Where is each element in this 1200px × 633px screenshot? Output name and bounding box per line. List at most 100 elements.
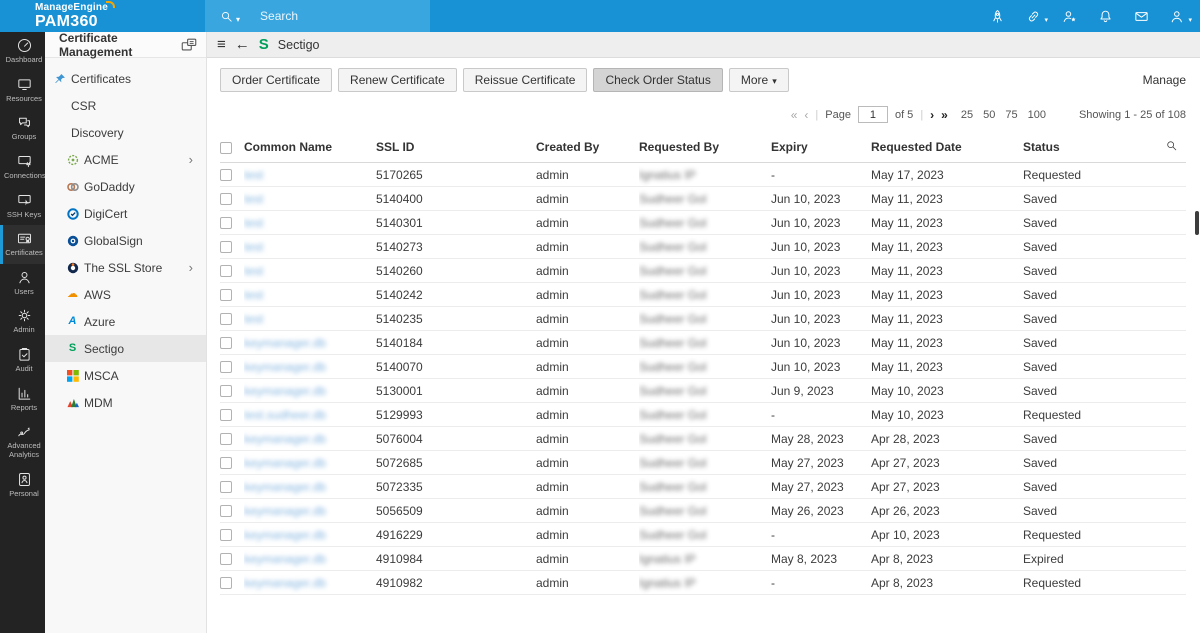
page-size-25[interactable]: 25	[961, 109, 973, 121]
bell-icon[interactable]	[1097, 8, 1114, 25]
page-number-input[interactable]	[858, 106, 888, 123]
manage-link[interactable]: Manage	[1143, 73, 1186, 87]
column-header-common-name[interactable]: Common Name	[244, 132, 376, 163]
rail-item-certificates[interactable]: Certificates	[0, 225, 45, 264]
profile-icon[interactable]: ▾	[1169, 8, 1186, 25]
common-name-link[interactable]: keymanager.db	[244, 336, 326, 350]
reissue-certificate-button[interactable]: Reissue Certificate	[463, 68, 588, 92]
search-scope-caret-icon[interactable]: ▾	[236, 15, 240, 24]
sidebar-item-csr[interactable]: CSR	[45, 92, 206, 119]
rail-item-reports[interactable]: Reports	[0, 380, 45, 419]
common-name-link[interactable]: test	[244, 240, 263, 254]
page-size-100[interactable]: 100	[1028, 109, 1046, 121]
common-name-link[interactable]: test	[244, 168, 263, 182]
row-checkbox[interactable]	[220, 241, 232, 253]
common-name-link[interactable]: keymanager.db	[244, 552, 326, 566]
common-name-link[interactable]: test	[244, 312, 263, 326]
common-name-link[interactable]: test	[244, 264, 263, 278]
row-checkbox[interactable]	[220, 385, 232, 397]
column-header-ssl-id[interactable]: SSL ID	[376, 132, 536, 163]
mail-icon[interactable]	[1133, 8, 1150, 25]
rail-item-ssh-keys[interactable]: SSH Keys	[0, 187, 45, 226]
column-header-expiry[interactable]: Expiry	[771, 132, 871, 163]
page-size-50[interactable]: 50	[983, 109, 995, 121]
order-certificate-button[interactable]: Order Certificate	[220, 68, 332, 92]
row-checkbox[interactable]	[220, 265, 232, 277]
common-name-link[interactable]: keymanager.db	[244, 456, 326, 470]
common-name-link[interactable]: test.sudheer.db	[244, 408, 326, 422]
column-header-requested-by[interactable]: Requested By	[639, 132, 771, 163]
sidebar-item-the-ssl-store[interactable]: The SSL Store›	[45, 254, 206, 281]
row-checkbox[interactable]	[220, 481, 232, 493]
row-checkbox[interactable]	[220, 313, 232, 325]
sidebar-item-sectigo[interactable]: SSectigo	[45, 335, 206, 362]
sidebar-item-godaddy[interactable]: GoDaddy	[45, 173, 206, 200]
sidebar-item-globalsign[interactable]: GlobalSign	[45, 227, 206, 254]
rail-item-users[interactable]: Users	[0, 264, 45, 303]
row-checkbox[interactable]	[220, 529, 232, 541]
sidebar-item-msca[interactable]: MSCA	[45, 362, 206, 389]
hamburger-menu-icon[interactable]: ≡	[217, 37, 226, 52]
sidebar-item-digicert[interactable]: DigiCert	[45, 200, 206, 227]
primary-nav-rail: DashboardResourcesGroupsConnectionsSSH K…	[0, 32, 45, 633]
rail-item-dashboard[interactable]: Dashboard	[0, 32, 45, 71]
rail-item-audit[interactable]: Audit	[0, 341, 45, 380]
common-name-link[interactable]: keymanager.db	[244, 480, 326, 494]
row-checkbox[interactable]	[220, 361, 232, 373]
rail-item-groups[interactable]: Groups	[0, 109, 45, 148]
row-checkbox[interactable]	[220, 409, 232, 421]
common-name-link[interactable]: test	[244, 192, 263, 206]
row-checkbox[interactable]	[220, 193, 232, 205]
check-order-status-button[interactable]: Check Order Status	[593, 68, 722, 92]
rocket-icon[interactable]	[989, 8, 1006, 25]
row-checkbox[interactable]	[220, 433, 232, 445]
sidebar-item-mdm[interactable]: MDM	[45, 389, 206, 416]
common-name-link[interactable]: test	[244, 216, 263, 230]
common-name-link[interactable]: keymanager.db	[244, 576, 326, 590]
scrollbar-thumb[interactable]	[1195, 211, 1199, 235]
row-checkbox[interactable]	[220, 337, 232, 349]
sidebar-item-aws[interactable]: ☁AWS	[45, 281, 206, 308]
table-row: keymanager.db4916229adminSudheer Gol-Apr…	[220, 523, 1186, 547]
row-checkbox[interactable]	[220, 457, 232, 469]
common-name-link[interactable]: test	[244, 288, 263, 302]
more-button[interactable]: More▾	[729, 68, 789, 92]
renew-certificate-button[interactable]: Renew Certificate	[338, 68, 457, 92]
rail-item-connections[interactable]: Connections	[0, 148, 45, 187]
link-icon[interactable]: ▾	[1025, 8, 1042, 25]
global-search[interactable]: ▾ Search	[205, 0, 430, 32]
back-arrow-icon[interactable]: ←	[235, 37, 250, 52]
sidebar-item-certificates[interactable]: Certificates	[45, 65, 206, 92]
select-all-checkbox[interactable]	[220, 142, 232, 154]
sidebar-item-discovery[interactable]: Discovery	[45, 119, 206, 146]
next-page-icon[interactable]: ›	[930, 109, 934, 121]
common-name-link[interactable]: keymanager.db	[244, 432, 326, 446]
common-name-link[interactable]: keymanager.db	[244, 360, 326, 374]
row-checkbox[interactable]	[220, 169, 232, 181]
row-checkbox[interactable]	[220, 217, 232, 229]
user-star-icon[interactable]	[1061, 8, 1078, 25]
row-checkbox[interactable]	[220, 553, 232, 565]
sidebar-item-azure[interactable]: AAzure	[45, 308, 206, 335]
last-page-icon[interactable]: »	[941, 109, 948, 121]
column-header-status[interactable]: Status	[1023, 132, 1157, 163]
common-name-link[interactable]: keymanager.db	[244, 504, 326, 518]
table-search-icon[interactable]	[1165, 139, 1178, 152]
row-checkbox[interactable]	[220, 505, 232, 517]
prev-page-icon[interactable]: ‹	[804, 109, 808, 121]
rail-item-personal[interactable]: Personal	[0, 466, 45, 505]
first-page-icon[interactable]: «	[791, 109, 798, 121]
sidebar-item-acme[interactable]: ACME›	[45, 146, 206, 173]
popout-windows-icon[interactable]	[180, 36, 198, 54]
row-checkbox[interactable]	[220, 577, 232, 589]
column-header-created-by[interactable]: Created By	[536, 132, 639, 163]
rail-item-advanced-analytics[interactable]: Advanced Analytics	[0, 418, 45, 465]
common-name-link[interactable]: keymanager.db	[244, 528, 326, 542]
brand-manageengine: ManageEngine	[35, 3, 108, 13]
rail-item-resources[interactable]: Resources	[0, 71, 45, 110]
column-header-requested-date[interactable]: Requested Date	[871, 132, 1023, 163]
common-name-link[interactable]: keymanager.db	[244, 384, 326, 398]
page-size-75[interactable]: 75	[1005, 109, 1017, 121]
row-checkbox[interactable]	[220, 289, 232, 301]
rail-item-admin[interactable]: Admin	[0, 302, 45, 341]
